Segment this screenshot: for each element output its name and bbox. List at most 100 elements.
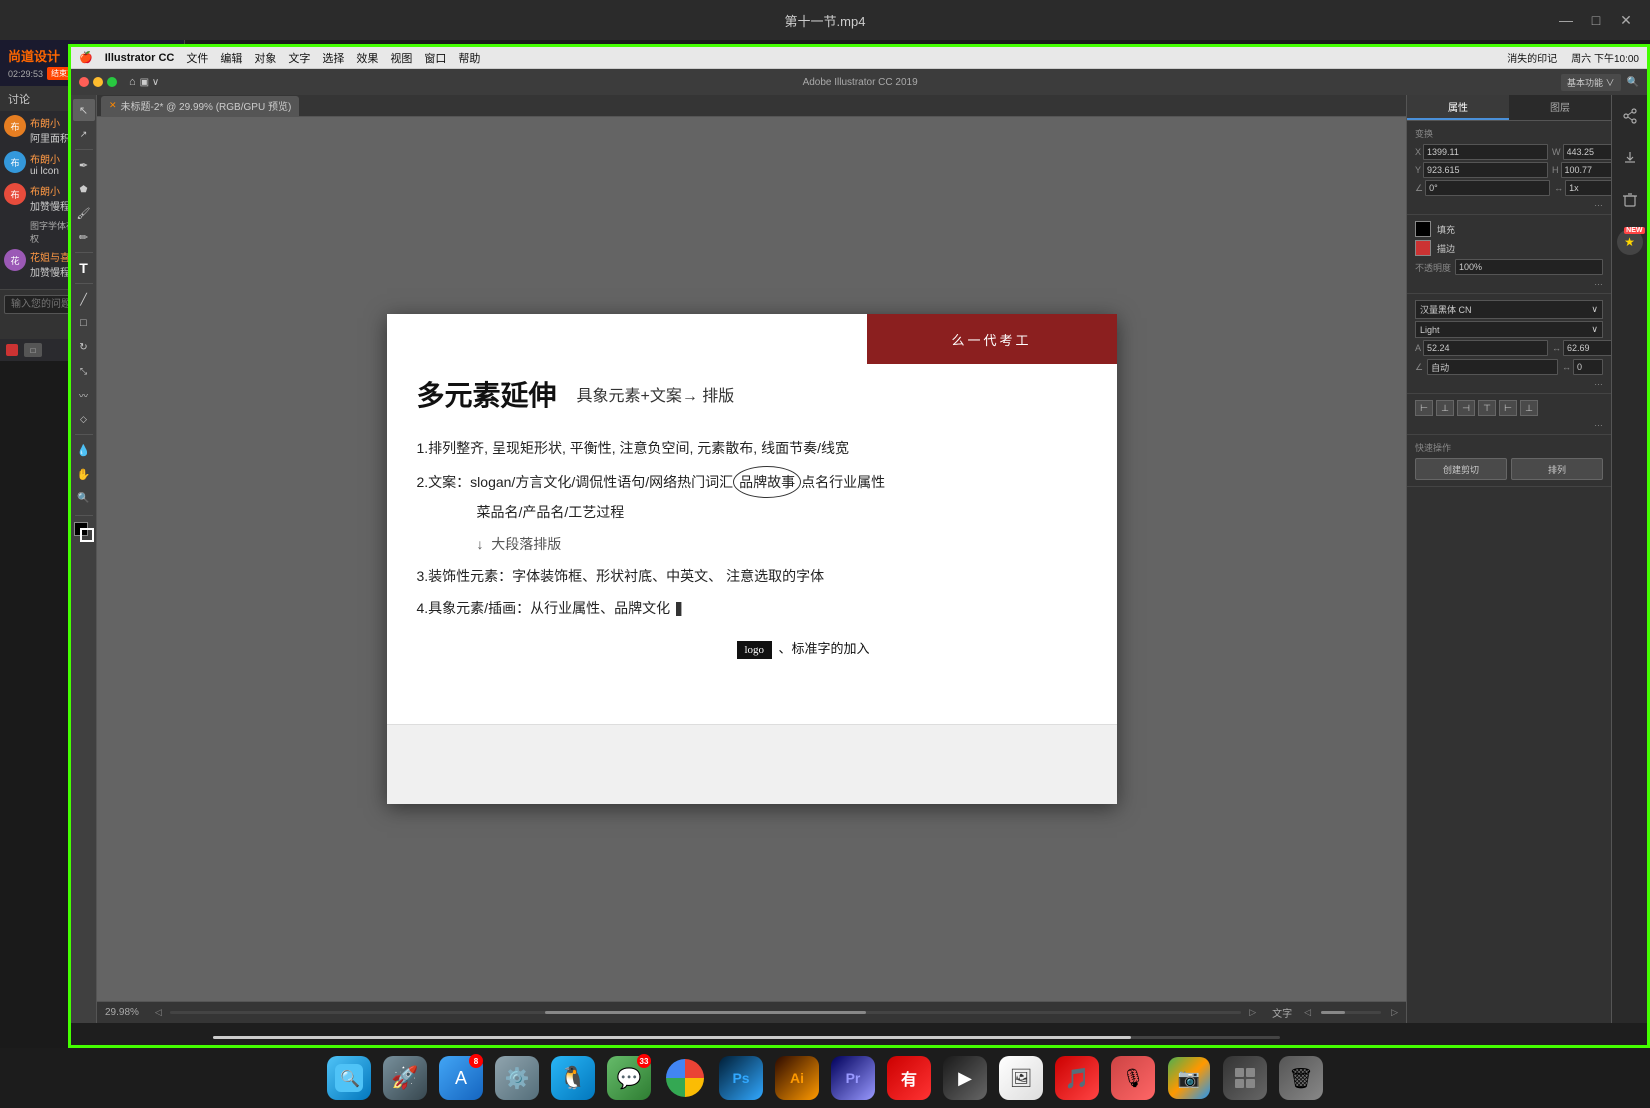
select-tool[interactable]: ↖ (73, 99, 95, 121)
more-options-3[interactable]: … (1415, 377, 1603, 387)
menu-effects[interactable]: 效果 (356, 50, 378, 66)
dock-settings[interactable]: ⚙️ (491, 1052, 543, 1104)
dock-wechat[interactable]: 💬 33 (603, 1052, 655, 1104)
dock-trash[interactable]: 🗑 (1275, 1052, 1327, 1104)
scroll-bar[interactable] (170, 1011, 1241, 1014)
minimize-dot[interactable] (93, 77, 103, 87)
align-vcenter-btn[interactable]: ⊢ (1499, 400, 1517, 416)
tab-properties[interactable]: 属性 (1407, 95, 1509, 120)
dock-photoshop[interactable]: Ps (715, 1052, 767, 1104)
menu-help[interactable]: 帮助 (458, 50, 480, 66)
h-input[interactable] (1561, 162, 1611, 178)
search-icon[interactable]: 🔍 (1627, 77, 1639, 88)
dock-fcpx[interactable]: ▶ (939, 1052, 991, 1104)
download-icon[interactable] (1617, 145, 1643, 171)
scale-tool[interactable]: ⤡ (73, 360, 95, 382)
share-icon[interactable] (1617, 103, 1643, 129)
dock-finder[interactable]: 🔍 (323, 1052, 375, 1104)
close-dot[interactable] (79, 77, 89, 87)
tracking-input-2[interactable] (1573, 359, 1603, 375)
dock-launchpad[interactable]: 🚀 (379, 1052, 431, 1104)
zoom-tool[interactable]: 🔍 (73, 487, 95, 509)
scale-input[interactable] (1565, 180, 1611, 196)
progress-bar[interactable] (213, 1036, 1281, 1039)
delete-icon[interactable] (1617, 187, 1643, 213)
dock-netease[interactable]: 🎵 (1051, 1052, 1103, 1104)
pen-tool[interactable]: ✒ (73, 154, 95, 176)
y-input[interactable] (1423, 162, 1548, 178)
panel-toggle[interactable]: ▣ ∨ (140, 77, 160, 88)
eyedrop-tool[interactable]: 💧 (73, 439, 95, 461)
menu-text[interactable]: 文字 (288, 50, 310, 66)
maximize-dot[interactable] (107, 77, 117, 87)
close-button[interactable]: ✕ (1618, 12, 1634, 28)
fill-swatch[interactable] (1415, 221, 1431, 237)
maximize-button[interactable]: □ (1588, 12, 1604, 28)
canvas-tab-active[interactable]: ✕ 未标题-2* @ 29.99% (RGB/GPU 预览) (101, 96, 299, 116)
shaper-tool[interactable]: ◇ (73, 408, 95, 430)
font-size-input[interactable] (1423, 340, 1548, 356)
hand-tool[interactable]: ✋ (73, 463, 95, 485)
direct-select-tool[interactable]: ↗ (73, 123, 95, 145)
more-options-4[interactable]: … (1415, 418, 1603, 428)
dock-preview[interactable]: 🖼 (995, 1052, 1047, 1104)
menu-file[interactable]: 文件 (186, 50, 208, 66)
workspace-btn[interactable]: 基本功能 ∨ (1561, 74, 1621, 91)
text-tool[interactable]: T (73, 257, 95, 279)
menu-view[interactable]: 视图 (390, 50, 412, 66)
rect-tool[interactable]: □ (73, 312, 95, 334)
fill-stroke-indicator[interactable] (74, 522, 94, 542)
stroke-swatch[interactable] (1415, 240, 1431, 256)
align-top-btn[interactable]: ⊤ (1478, 400, 1496, 416)
home-btn[interactable]: ⌂ (129, 76, 136, 88)
align-right-btn[interactable]: ⊣ (1457, 400, 1475, 416)
dock-qq[interactable]: 🐧 (547, 1052, 599, 1104)
scroll-left-btn[interactable]: ◁ (155, 1007, 162, 1018)
leading-input[interactable] (1427, 359, 1558, 375)
record-indicator[interactable] (6, 344, 18, 356)
tracking-input[interactable] (1563, 340, 1611, 356)
more-options[interactable]: … (1415, 198, 1603, 208)
dock-photos[interactable]: 📷 (1163, 1052, 1215, 1104)
menu-edit[interactable]: 编辑 (220, 50, 242, 66)
dock-grid[interactable] (1219, 1052, 1271, 1104)
window-controls[interactable]: — □ ✕ (1558, 12, 1634, 28)
align-bottom-btn[interactable]: ⊥ (1520, 400, 1538, 416)
dock-premiere[interactable]: Pr (827, 1052, 879, 1104)
rotate-tool[interactable]: ↻ (73, 336, 95, 358)
apple-icon[interactable]: 🍎 (79, 51, 93, 64)
dock-appstore[interactable]: A 8 (435, 1052, 487, 1104)
dock-youdao[interactable]: 有 (883, 1052, 935, 1104)
font-name-dropdown[interactable]: 汉量黑体 CN ∨ (1415, 300, 1603, 319)
scroll-right-btn[interactable]: ▷ (1249, 1007, 1256, 1018)
screen-btn[interactable]: □ (24, 343, 42, 357)
dock-illustrator[interactable]: Ai (771, 1052, 823, 1104)
create-clip-btn[interactable]: 创建剪切 (1415, 458, 1507, 480)
align-center-btn[interactable]: ⊥ (1436, 400, 1454, 416)
x-field-container: X (1415, 144, 1548, 160)
font-style-dropdown[interactable]: Light ∨ (1415, 321, 1603, 338)
line-tool[interactable]: ╱ (73, 288, 95, 310)
menu-illustratorcc[interactable]: Illustrator CC (105, 52, 175, 64)
star-icon[interactable]: ★ NEW (1617, 229, 1643, 255)
menu-object[interactable]: 对象 (254, 50, 276, 66)
x-input[interactable] (1423, 144, 1548, 160)
tab-layers[interactable]: 图层 (1509, 95, 1611, 120)
w-input[interactable] (1563, 144, 1611, 160)
minimize-button[interactable]: — (1558, 12, 1574, 28)
warp-tool[interactable]: 〰 (73, 384, 95, 406)
dock-netease2[interactable]: 🎙 (1107, 1052, 1159, 1104)
menu-window[interactable]: 窗口 (424, 50, 446, 66)
angle-input[interactable] (1425, 180, 1550, 196)
pencil-tool[interactable]: ✏ (73, 226, 95, 248)
menu-select[interactable]: 选择 (322, 50, 344, 66)
brush-tool[interactable]: 🖌 (73, 202, 95, 224)
opacity-input[interactable] (1455, 259, 1603, 275)
align-left-btn[interactable]: ⊢ (1415, 400, 1433, 416)
dock-chrome[interactable] (659, 1052, 711, 1104)
scroll-bar-h[interactable] (1321, 1011, 1381, 1014)
anchor-tool[interactable]: ⬟ (73, 178, 95, 200)
arrange-btn[interactable]: 排列 (1511, 458, 1603, 480)
avatar-1: 布 (4, 115, 26, 137)
more-options-2[interactable]: … (1415, 277, 1603, 287)
